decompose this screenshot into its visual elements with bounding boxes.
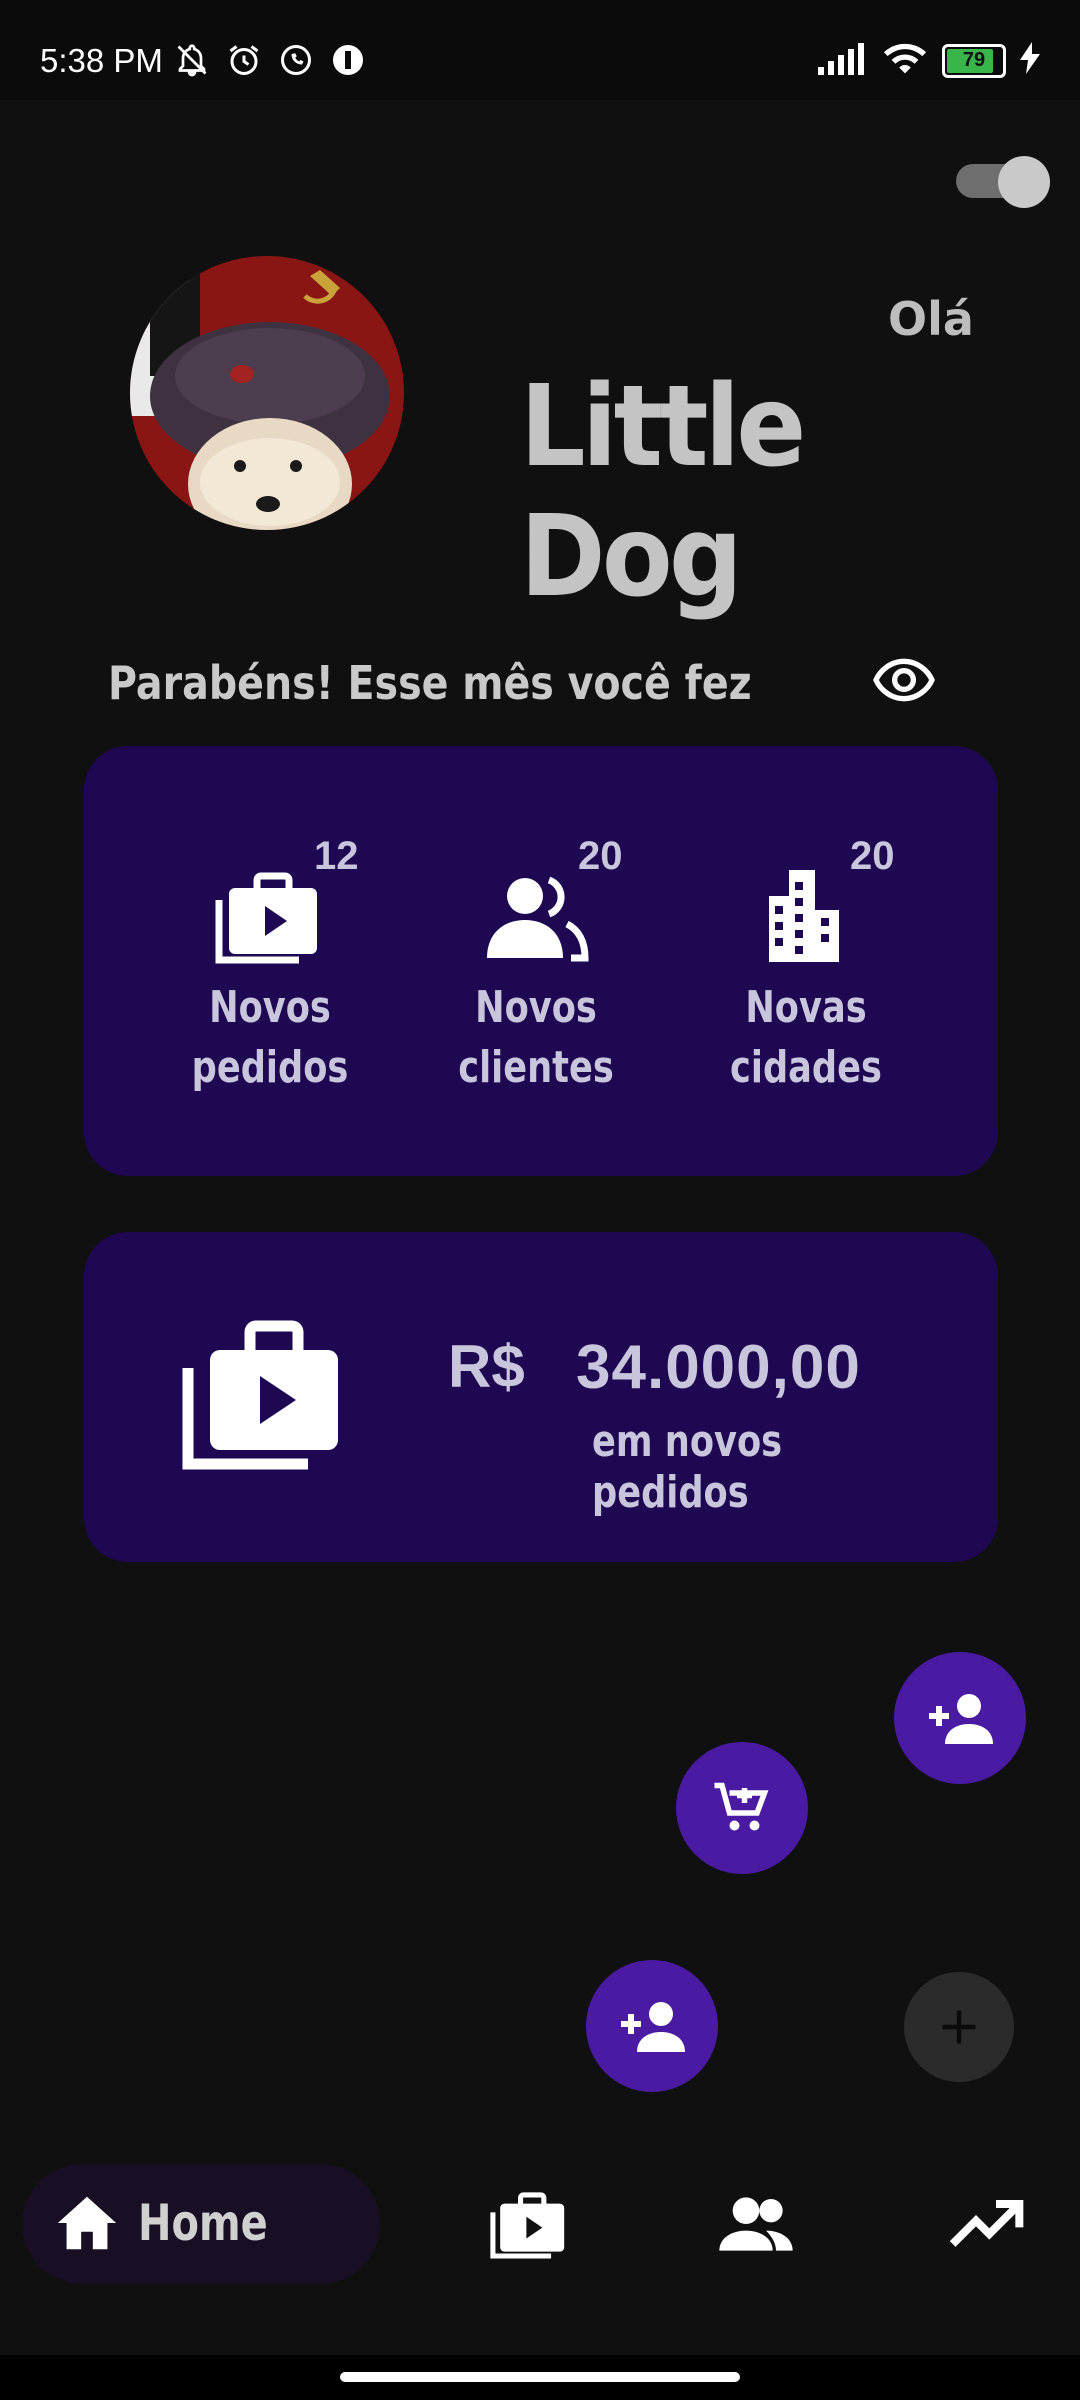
nav-item-home[interactable]: Home [22, 2164, 380, 2284]
stat-count-orders: 12 [314, 834, 359, 878]
nav-item-trends[interactable] [946, 2184, 1026, 2264]
eye-icon[interactable] [872, 648, 936, 712]
revenue-caption: em novos pedidos [592, 1416, 783, 1518]
notification-icons [172, 40, 368, 80]
stat-new-clients[interactable]: Novos clientes [436, 866, 636, 1098]
stat-count-cities: 20 [850, 834, 895, 878]
add-client-fab-secondary[interactable] [586, 1960, 718, 2092]
greeting: Olá [888, 292, 974, 346]
add-client-fab[interactable] [894, 1652, 1026, 1784]
battery-level: 79 [962, 49, 986, 71]
add-cart-icon [714, 1782, 769, 1831]
clients-icon [487, 876, 589, 962]
main-fab[interactable] [904, 1972, 1014, 2082]
stat-label: Novas cidades [730, 982, 882, 1093]
alarm-icon [224, 40, 264, 80]
app-icon [328, 40, 368, 80]
monthly-stats-card: Novos pedidos 12 Novos clientes 20 Novas [84, 746, 998, 1176]
trending-icon [949, 2200, 1024, 2247]
avatar[interactable] [130, 256, 404, 530]
revenue-currency: R$ [448, 1333, 525, 1400]
summary-text: Parabéns! Esse mês você fez [108, 656, 752, 710]
orders-icon [182, 1320, 338, 1470]
signal-icon [818, 41, 868, 80]
nav-item-clients[interactable] [716, 2184, 796, 2264]
bottom-nav: Home [0, 2134, 1080, 2290]
revenue-amount: 34.000,00 [576, 1333, 861, 1402]
toggle-thumb [998, 156, 1050, 208]
user-name: Little Dog [520, 362, 806, 622]
stat-new-orders[interactable]: Novos pedidos [170, 866, 370, 1098]
add-client-icon [929, 1694, 993, 1744]
system-icons: 79 [818, 40, 1040, 81]
stat-new-cities[interactable]: Novas cidades [706, 866, 906, 1098]
home-icon [57, 2196, 117, 2250]
theme-toggle[interactable] [952, 152, 1052, 208]
plus-icon [942, 2010, 976, 2044]
stat-label: Novos clientes [458, 982, 614, 1093]
nav-home-label: Home [138, 2194, 268, 2252]
revenue-card[interactable]: R$ 34.000,00 em novos pedidos [84, 1232, 998, 1562]
add-client-icon [621, 2002, 685, 2052]
battery-icon: 79 [942, 43, 1006, 78]
add-order-fab[interactable] [676, 1742, 808, 1874]
nav-item-orders[interactable] [490, 2184, 570, 2264]
clients-icon [719, 2197, 793, 2251]
stat-count-clients: 20 [578, 834, 623, 878]
wifi-icon [882, 40, 928, 81]
whatsapp-icon [276, 40, 316, 80]
stat-label: Novos pedidos [191, 982, 349, 1093]
status-time: 5:38 PM [40, 42, 163, 79]
charging-icon [1020, 42, 1040, 79]
status-bar: 5:38 PM 79 [0, 0, 1080, 100]
city-icon [769, 870, 839, 962]
orders-icon [215, 872, 317, 964]
home-indicator[interactable] [340, 2372, 740, 2382]
orders-icon [490, 2192, 565, 2259]
bell-off-icon [172, 40, 212, 80]
